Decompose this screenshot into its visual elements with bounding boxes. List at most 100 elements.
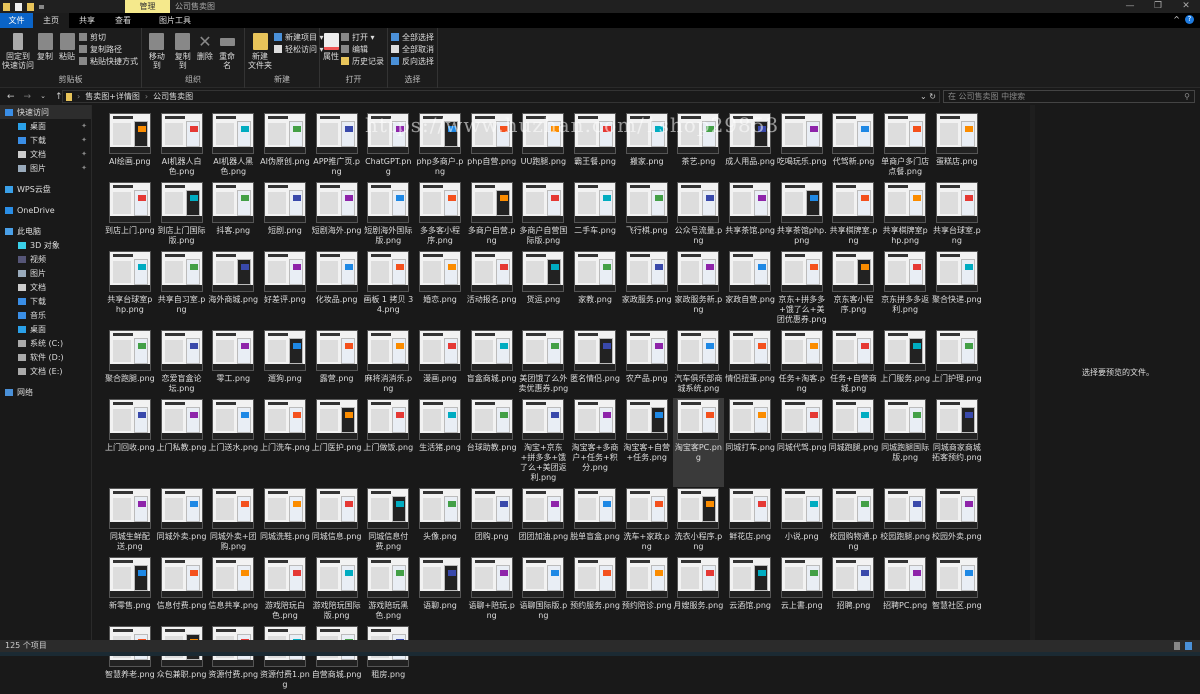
- file-item[interactable]: 漫画.png: [414, 329, 466, 398]
- file-item[interactable]: php自营.png: [466, 112, 518, 181]
- file-item[interactable]: 成人用品.png: [724, 112, 776, 181]
- tab-file[interactable]: 文件: [0, 13, 33, 28]
- file-item[interactable]: 家政服务新.png: [673, 250, 725, 329]
- file-item[interactable]: 活动报名.png: [466, 250, 518, 329]
- cut-button[interactable]: 剪切: [79, 32, 138, 42]
- file-item[interactable]: 淘宝客+多商户+任务+积分.png: [569, 398, 621, 487]
- file-item[interactable]: 二手车.png: [569, 181, 621, 250]
- file-item[interactable]: 京东+拼多多+饿了么+美团优惠券.png: [776, 250, 828, 329]
- sidebar-item[interactable]: 桌面: [0, 322, 91, 336]
- file-item[interactable]: AI伪原创.png: [259, 112, 311, 181]
- file-item[interactable]: 霸王餐.png: [569, 112, 621, 181]
- file-item[interactable]: 语聊国际版.png: [518, 556, 570, 625]
- file-item[interactable]: 团团加油.png: [518, 487, 570, 556]
- file-item[interactable]: 信息共享.png: [207, 556, 259, 625]
- sidebar-item[interactable]: 文档: [0, 280, 91, 294]
- file-item[interactable]: 短剧海外国际版.png: [362, 181, 414, 250]
- file-item[interactable]: 语聊.png: [414, 556, 466, 625]
- pin-icon[interactable]: ✦: [81, 136, 87, 144]
- file-item[interactable]: 洗衣小程序.png: [673, 487, 725, 556]
- open-button[interactable]: 打开 ▾: [341, 32, 384, 42]
- file-item[interactable]: 洗车+家政.png: [621, 487, 673, 556]
- file-item[interactable]: 情侣扭蛋.png: [724, 329, 776, 398]
- file-item[interactable]: 语聊+陪玩.png: [466, 556, 518, 625]
- file-item[interactable]: 上门私教.png: [156, 398, 208, 487]
- sidebar-item[interactable]: 3D 对象: [0, 238, 91, 252]
- file-item[interactable]: 鲜花店.png: [724, 487, 776, 556]
- file-item[interactable]: 租房.png: [362, 625, 414, 694]
- file-item[interactable]: 京东拼多多返利.png: [879, 250, 931, 329]
- file-item[interactable]: 海外商城.png: [207, 250, 259, 329]
- help-icon[interactable]: ?: [1185, 15, 1194, 24]
- file-item[interactable]: 上门做饭.png: [362, 398, 414, 487]
- file-item[interactable]: 茶艺.png: [673, 112, 725, 181]
- file-item[interactable]: AI绘画.png: [104, 112, 156, 181]
- file-item[interactable]: 共享自习室.png: [156, 250, 208, 329]
- file-item[interactable]: 货运.png: [518, 250, 570, 329]
- file-item[interactable]: 同城生鲜配送.png: [104, 487, 156, 556]
- recent-chevron-icon[interactable]: ⌄: [40, 92, 46, 102]
- file-item[interactable]: 游戏陪玩白色.png: [259, 556, 311, 625]
- file-item[interactable]: 同城外卖+团购.png: [207, 487, 259, 556]
- chevron-down-icon[interactable]: [39, 4, 44, 9]
- file-item[interactable]: 同城信息.png: [311, 487, 363, 556]
- history-button[interactable]: 历史记录: [341, 56, 384, 66]
- file-item[interactable]: 共享棋牌室php.png: [879, 181, 931, 250]
- file-item[interactable]: 多多客小程序.png: [414, 181, 466, 250]
- invert-selection-button[interactable]: 反向选择: [391, 56, 434, 66]
- breadcrumb-item[interactable]: 售卖图+详情图: [85, 91, 140, 102]
- file-item[interactable]: 麻将消消乐.png: [362, 329, 414, 398]
- file-item[interactable]: 短剧海外.png: [311, 181, 363, 250]
- file-item[interactable]: 云酒馆.png: [724, 556, 776, 625]
- file-item[interactable]: 同城信息付费.png: [362, 487, 414, 556]
- file-item[interactable]: 智慧社区.png: [931, 556, 983, 625]
- file-item[interactable]: 京东客小程序.png: [828, 250, 880, 329]
- file-item[interactable]: 校园跑腿.png: [879, 487, 931, 556]
- file-item[interactable]: 化妆品.png: [311, 250, 363, 329]
- sidebar-item[interactable]: 下载 ✦: [0, 133, 91, 147]
- large-icons-view-icon[interactable]: [1185, 642, 1192, 650]
- file-item[interactable]: 淘宝+京东+拼多多+饿了么+美团返利.png: [518, 398, 570, 487]
- file-item[interactable]: 月嫂服务.png: [673, 556, 725, 625]
- maximize-button[interactable]: ❐: [1144, 0, 1172, 13]
- tab-home[interactable]: 主页: [33, 13, 69, 28]
- file-item[interactable]: 露营.png: [311, 329, 363, 398]
- sidebar-item[interactable]: 文档 ✦: [0, 147, 91, 161]
- file-item[interactable]: 家教.png: [569, 250, 621, 329]
- select-all-button[interactable]: 全部选择: [391, 32, 434, 42]
- file-item[interactable]: 小说.png: [776, 487, 828, 556]
- minimize-button[interactable]: —: [1116, 0, 1144, 13]
- sidebar-item[interactable]: WPS云盘: [0, 182, 91, 196]
- file-item[interactable]: 任务+自营商城.png: [828, 329, 880, 398]
- file-item[interactable]: 招聘.png: [828, 556, 880, 625]
- file-item[interactable]: 单商户多门店点餐.png: [879, 112, 931, 181]
- pin-icon[interactable]: ✦: [81, 164, 87, 172]
- sidebar-item[interactable]: 网络: [0, 385, 91, 399]
- new-folder-icon[interactable]: [27, 2, 34, 11]
- file-item[interactable]: UU跑腿.png: [518, 112, 570, 181]
- sidebar-item[interactable]: 视频: [0, 252, 91, 266]
- file-item[interactable]: ChatGPT.png: [362, 112, 414, 181]
- scrollbar[interactable]: [1030, 105, 1035, 640]
- file-item[interactable]: 台球助教.png: [466, 398, 518, 487]
- file-item[interactable]: 共享棋牌室.png: [828, 181, 880, 250]
- tab-share[interactable]: 共享: [69, 13, 105, 28]
- file-item[interactable]: 家政服务.png: [621, 250, 673, 329]
- file-item[interactable]: 家政自营.png: [724, 250, 776, 329]
- file-item[interactable]: 搬家.png: [621, 112, 673, 181]
- search-input[interactable]: 在 公司售卖图 中搜索 ⚲: [943, 90, 1195, 103]
- file-item[interactable]: 生活猪.png: [414, 398, 466, 487]
- details-view-icon[interactable]: [1174, 642, 1180, 650]
- file-item[interactable]: 预约服务.png: [569, 556, 621, 625]
- sidebar-item[interactable]: 快速访问: [0, 105, 91, 119]
- file-item[interactable]: 智慧养老.png: [104, 625, 156, 694]
- file-item[interactable]: 淘宝客+自营+任务.png: [621, 398, 673, 487]
- properties-icon[interactable]: [15, 2, 22, 11]
- sidebar-item[interactable]: 下载: [0, 294, 91, 308]
- file-item[interactable]: 共享台球室.png: [931, 181, 983, 250]
- sidebar-item[interactable]: 图片 ✦: [0, 161, 91, 175]
- file-item[interactable]: AI机器人白色.png: [156, 112, 208, 181]
- pin-icon[interactable]: ✦: [81, 122, 87, 130]
- file-item[interactable]: 同城打车.png: [724, 398, 776, 487]
- context-tab-manage[interactable]: 管理: [125, 0, 170, 13]
